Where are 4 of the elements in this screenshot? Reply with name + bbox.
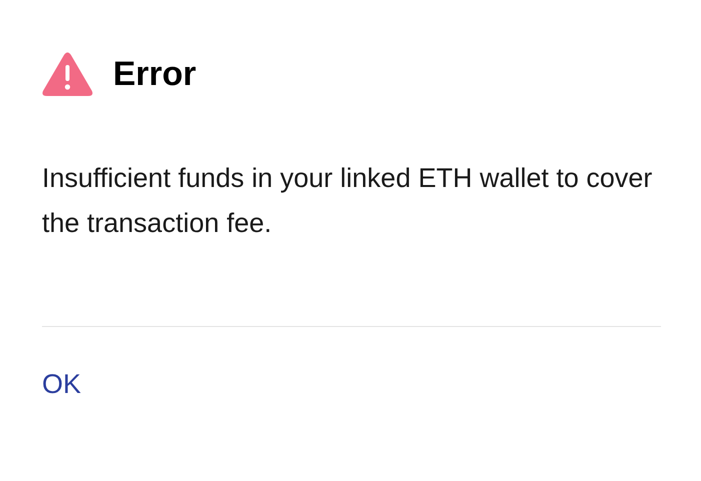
warning-icon [42, 52, 93, 96]
error-message: Insufficient funds in your linked ETH wallet to cover the transaction fee. [42, 162, 654, 240]
dialog-title: Error [113, 57, 196, 91]
ok-button[interactable]: OK [42, 371, 82, 398]
